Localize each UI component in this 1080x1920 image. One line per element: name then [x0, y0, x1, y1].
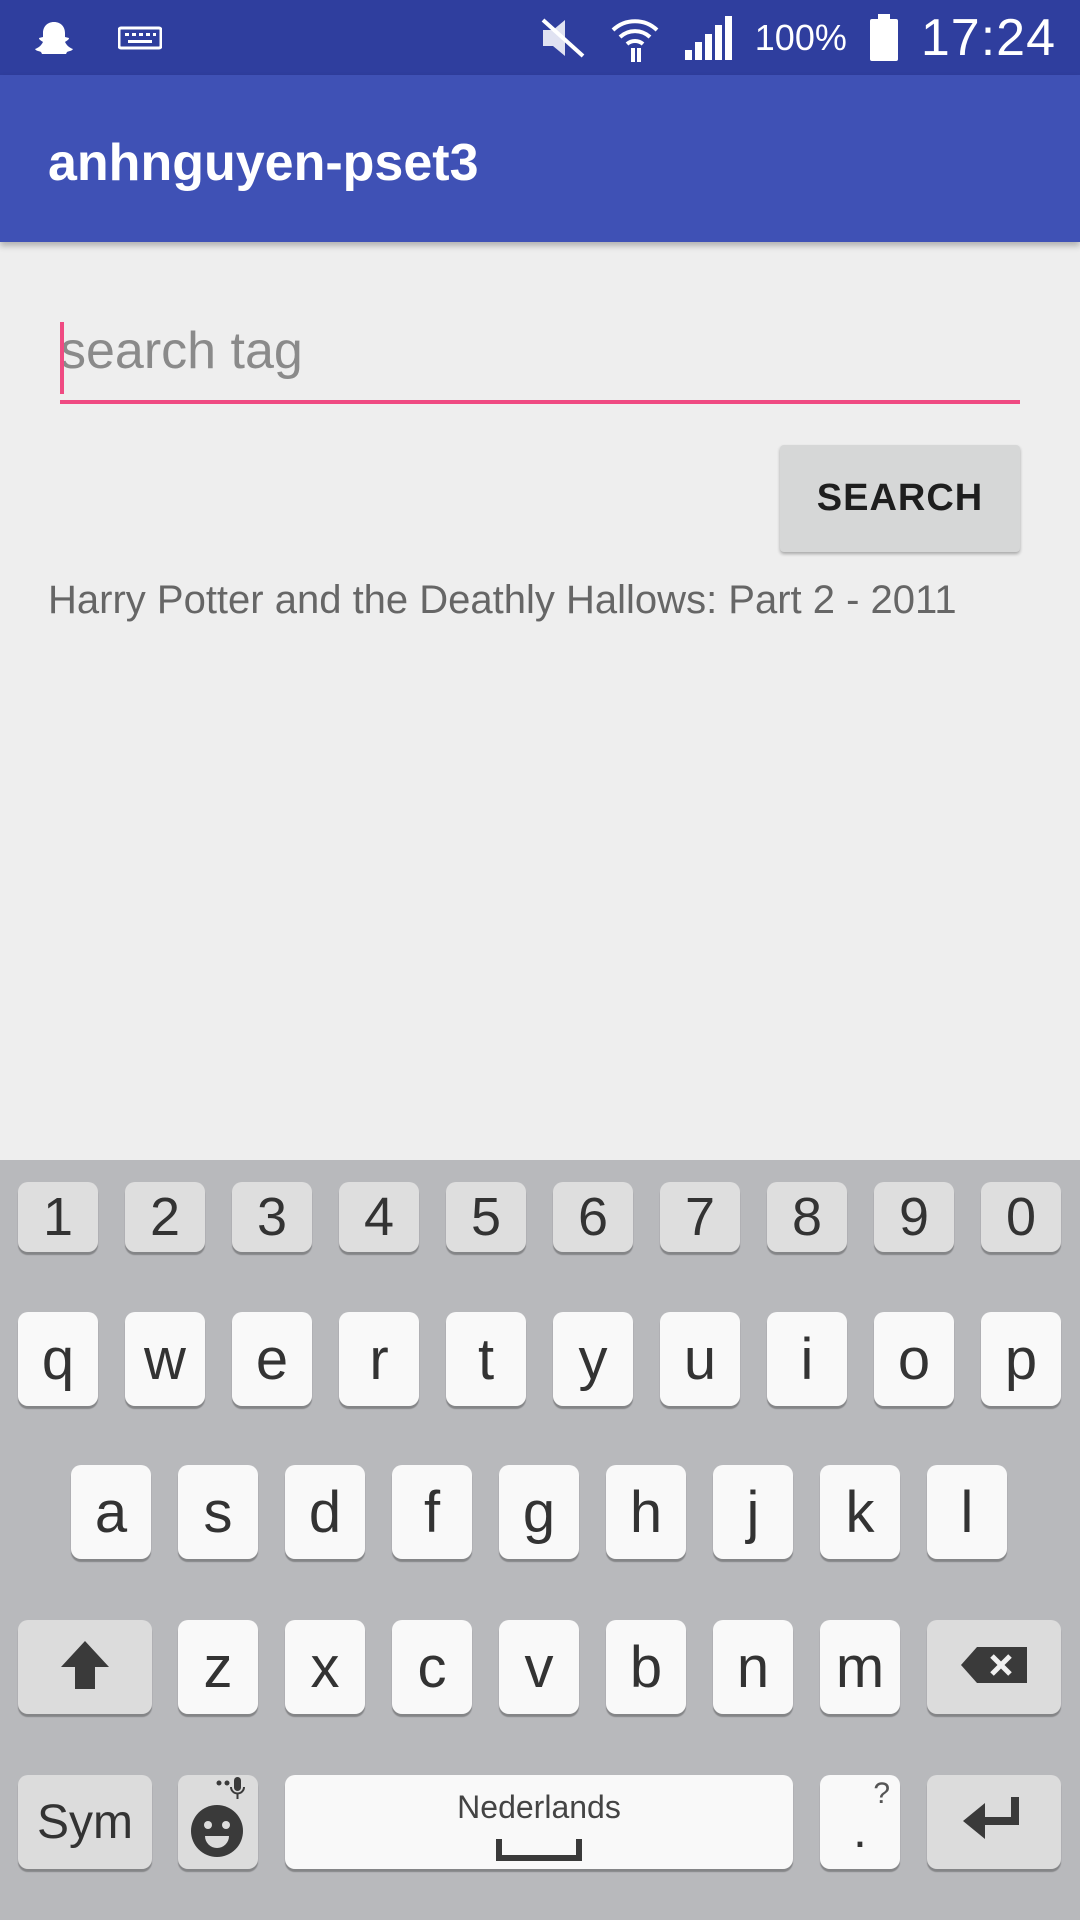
key-i[interactable]: i — [767, 1312, 847, 1406]
key-q[interactable]: q — [18, 1312, 98, 1406]
battery-percent: 100% — [754, 16, 847, 58]
period-key[interactable]: . ? — [820, 1775, 900, 1869]
key-c[interactable]: c — [392, 1620, 472, 1714]
key-y[interactable]: y — [553, 1312, 633, 1406]
key-h[interactable]: h — [606, 1465, 686, 1559]
space-language-label: Nederlands — [457, 1789, 621, 1825]
enter-key[interactable] — [927, 1775, 1061, 1869]
enter-icon — [959, 1795, 1029, 1850]
app-bar: anhnguyen-pset3 — [0, 75, 1080, 242]
emoji-key[interactable] — [178, 1775, 258, 1869]
key-0[interactable]: 0 — [981, 1182, 1061, 1252]
status-bar: 100% 17:24 — [0, 0, 1080, 75]
period-hint: ? — [873, 1777, 890, 1810]
status-time: 17:24 — [920, 8, 1056, 67]
key-m[interactable]: m — [820, 1620, 900, 1714]
key-6[interactable]: 6 — [553, 1182, 633, 1252]
soft-keyboard: 1 2 3 4 5 6 7 8 9 0 q w e r t y u i o p … — [0, 1160, 1080, 1920]
key-2[interactable]: 2 — [125, 1182, 205, 1252]
app-title: anhnguyen-pset3 — [48, 134, 479, 192]
key-t[interactable]: t — [446, 1312, 526, 1406]
key-v[interactable]: v — [499, 1620, 579, 1714]
backspace-key[interactable] — [927, 1620, 1061, 1714]
key-5[interactable]: 5 — [446, 1182, 526, 1252]
key-4[interactable]: 4 — [339, 1182, 419, 1252]
key-f[interactable]: f — [392, 1465, 472, 1559]
key-e[interactable]: e — [232, 1312, 312, 1406]
key-b[interactable]: b — [606, 1620, 686, 1714]
key-r[interactable]: r — [339, 1312, 419, 1406]
wifi-icon — [609, 12, 661, 64]
key-7[interactable]: 7 — [660, 1182, 740, 1252]
key-d[interactable]: d — [285, 1465, 365, 1559]
space-key[interactable]: Nederlands — [285, 1775, 793, 1869]
key-p[interactable]: p — [981, 1312, 1061, 1406]
period-label: . — [853, 1802, 867, 1858]
space-bar-icon — [496, 1837, 582, 1866]
search-input[interactable] — [60, 310, 1020, 404]
text-cursor — [60, 322, 64, 394]
key-k[interactable]: k — [820, 1465, 900, 1559]
key-x[interactable]: x — [285, 1620, 365, 1714]
emoji-mic-icon — [183, 1773, 253, 1872]
key-w[interactable]: w — [125, 1312, 205, 1406]
shift-key[interactable] — [18, 1620, 152, 1714]
key-3[interactable]: 3 — [232, 1182, 312, 1252]
key-o[interactable]: o — [874, 1312, 954, 1406]
backspace-icon — [959, 1645, 1029, 1690]
key-g[interactable]: g — [499, 1465, 579, 1559]
key-n[interactable]: n — [713, 1620, 793, 1714]
key-z[interactable]: z — [178, 1620, 258, 1714]
search-button[interactable]: SEARCH — [780, 445, 1020, 552]
key-j[interactable]: j — [713, 1465, 793, 1559]
mute-icon — [539, 16, 587, 60]
sym-key[interactable]: Sym — [18, 1775, 152, 1869]
shift-arrow-icon — [57, 1637, 113, 1698]
key-u[interactable]: u — [660, 1312, 740, 1406]
battery-icon — [869, 13, 899, 62]
result-item[interactable]: Harry Potter and the Deathly Hallows: Pa… — [48, 578, 957, 623]
key-s[interactable]: s — [178, 1465, 258, 1559]
key-a[interactable]: a — [71, 1465, 151, 1559]
key-l[interactable]: l — [927, 1465, 1007, 1559]
key-9[interactable]: 9 — [874, 1182, 954, 1252]
key-1[interactable]: 1 — [18, 1182, 98, 1252]
snapchat-icon — [34, 18, 74, 58]
keyboard-icon — [118, 24, 162, 52]
signal-icon — [683, 14, 733, 62]
key-8[interactable]: 8 — [767, 1182, 847, 1252]
